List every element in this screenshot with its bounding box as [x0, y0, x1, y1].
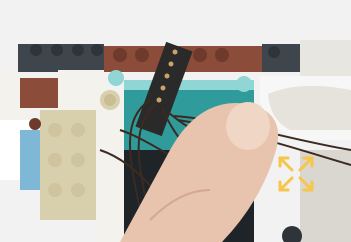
- photo-frame: [0, 0, 351, 242]
- photo-scene: [0, 0, 351, 242]
- white-tower: [96, 90, 124, 242]
